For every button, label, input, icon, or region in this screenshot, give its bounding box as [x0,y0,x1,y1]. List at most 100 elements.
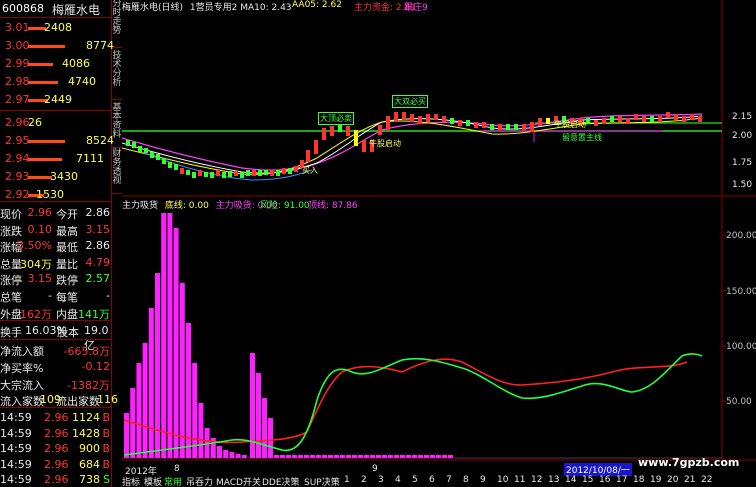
candle [234,171,238,176]
indicator-bar [235,454,241,458]
indicator-number-tab[interactable]: 19 [650,475,661,485]
candle [410,114,414,122]
candle [240,172,244,178]
indicator-tick: 100.00 [726,342,756,352]
candle [252,170,256,176]
candle [144,148,148,153]
bid-level[interactable]: 2.93 3430 [0,168,112,185]
indicator-tab[interactable]: 常用 [164,475,182,487]
indicator-number-tab[interactable]: 11 [514,475,525,485]
indicator-number-tab[interactable]: 2 [361,475,367,485]
tab-finance[interactable]: 财务透视 [112,150,122,194]
candle [168,162,172,168]
ask-price: 2.97 [5,93,30,106]
candle [156,154,160,160]
tick-row: 14:59 2.96 900 B [0,442,110,455]
bid-price: 2.94 [5,152,30,165]
indicator-number-tab[interactable]: 15 [582,475,593,485]
candle [294,166,298,172]
indicator-tab[interactable]: 指标 [122,475,140,487]
tab-intraday[interactable]: 分时走势 [112,0,122,48]
ask-level[interactable]: 3.01 2408 [0,19,112,36]
indicator-tab[interactable]: DDE决策 [262,475,300,487]
indicator-number-tab[interactable]: 9 [480,475,486,485]
candle [330,126,334,136]
candle [402,112,406,120]
indicator-bar [229,452,235,458]
indicator-number-tab[interactable]: 17 [616,475,627,485]
bid-level[interactable]: 2.95 8524 [0,132,114,149]
indicator-number-tab[interactable]: 22 [701,475,712,485]
indicator-number-tab[interactable]: 16 [599,475,610,485]
indicator-bar [241,455,247,458]
quote-row: 涨幅 3.50% 最低 2.86 [0,239,110,255]
indicator-number-tab[interactable]: 7 [446,475,452,485]
candle [132,142,136,148]
candle [594,120,598,126]
ask-level[interactable]: 2.97 2449 [0,91,112,108]
indicator-number-tab[interactable]: 1 [344,475,350,485]
stock-code: 600868 [2,2,44,15]
tab-technical[interactable]: 技术分析 [112,52,122,100]
ask-volume: 8774 [86,39,114,52]
indicator-number-tab[interactable]: 13 [548,475,559,485]
indicator-tab[interactable]: MACD开关 [216,475,261,487]
candle [192,172,196,178]
candle [466,120,470,126]
upper-legend: 梅雁水电(日线) 1营员专用2 MA10: 2.43 AA05: 2.62 主力… [122,0,428,13]
tick-row: 14:59 2.96 738 S [0,473,110,486]
volume-bar [28,140,66,143]
indicator-bar [256,373,261,458]
ask-level[interactable]: 2.98 4740 [0,73,112,90]
fund-flow-row: 净买率% -0.12 [0,360,110,375]
candle [222,172,226,178]
indicator-number-tab[interactable]: 14 [565,475,576,485]
bid-volume: 3430 [50,170,78,183]
indicator-bar [223,450,229,458]
indicator-tab[interactable]: 模板 [144,475,162,487]
indicator-number-tab[interactable]: 18 [633,475,644,485]
candle [386,116,390,130]
candle [602,118,606,124]
candle [674,114,678,120]
indicator-tab[interactable]: 吊吞力 [186,475,213,487]
candle [658,116,662,122]
candle [216,170,220,176]
indicator-tick: 150.00 [726,287,756,297]
chart-canvas: 200.00 150.00 100.00 50.00 [122,0,756,461]
candle [530,122,534,132]
candle [498,124,502,130]
ask-level[interactable]: 3.00 8774 [0,37,114,54]
indicator-number-tab[interactable]: 5 [412,475,418,485]
candle [282,168,286,174]
annotation: 买入 [302,166,318,175]
ask-price: 2.98 [5,75,30,88]
indicator-number-tab[interactable]: 10 [497,475,508,485]
volume-bar [28,45,66,48]
indicator-tab[interactable]: SUP决策 [304,475,340,487]
indicator-number-tab[interactable]: 4 [395,475,401,485]
candle [682,116,686,122]
candle [538,118,542,126]
quote-row: 涨跌 0.10 最高 3.15 [0,222,110,238]
candle [626,118,630,124]
indicator-number-tab[interactable]: 3 [378,475,384,485]
indicator-bar [148,308,154,458]
indicator-number-tab[interactable]: 21 [684,475,695,485]
bid-level[interactable]: 2.94 7111 [0,150,112,167]
volume-bar [28,158,62,161]
annotation: 大双必买 [392,95,428,108]
ask-level[interactable]: 2.99 4086 [0,55,112,72]
indicator-number-tab[interactable]: 6 [429,475,435,485]
indicator-number-tab[interactable]: 20 [667,475,678,485]
price-tick: 1.75 [732,158,753,168]
chart-area: 200.00 150.00 100.00 50.00 梅雁水电(日线) 1营员专用2 … [122,0,756,487]
indicator-number-tab[interactable]: 8 [463,475,469,485]
indicator-number-tab[interactable]: 12 [531,475,542,485]
tab-profile[interactable]: 基本资料 [112,104,122,148]
indicator-bar [179,283,185,458]
bid-level[interactable]: 2.96 26 [0,114,112,131]
candle [394,112,398,122]
volume-bar [28,176,52,179]
fund-flow-row: 大宗流入 -1382万 [0,379,110,392]
